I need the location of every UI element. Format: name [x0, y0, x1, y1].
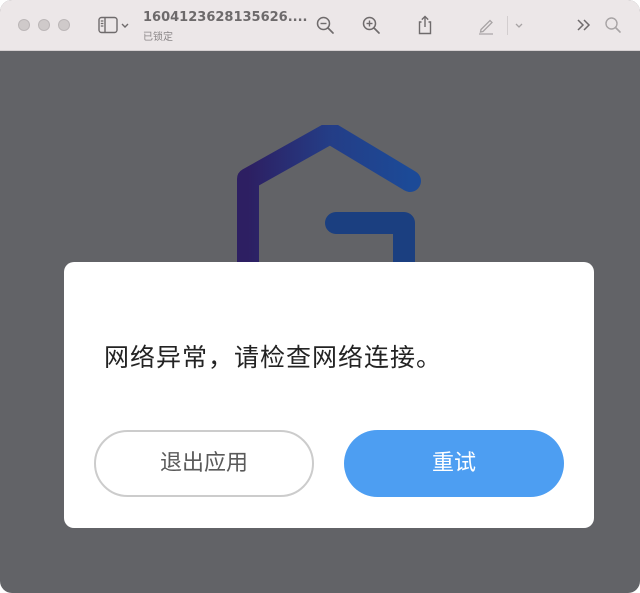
- chevron-down-icon[interactable]: [514, 14, 524, 36]
- document-title[interactable]: 1604123628135626....: [143, 10, 307, 25]
- preview-window: 1604123628135626.... 已锁定 网络异常，请检查网络连接。 退…: [0, 0, 640, 593]
- markup-pen-icon[interactable]: [475, 14, 497, 36]
- locked-status: 已锁定: [143, 32, 173, 43]
- network-error-dialog: 网络异常，请检查网络连接。 退出应用 重试: [64, 262, 594, 528]
- error-message: 网络异常，请检查网络连接。: [104, 343, 443, 372]
- title-bar: 1604123628135626.... 已锁定: [0, 0, 640, 51]
- zoom-in-icon[interactable]: [360, 14, 382, 36]
- more-chevrons-icon[interactable]: [573, 14, 595, 36]
- document-view: 网络异常，请检查网络连接。 退出应用 重试: [0, 51, 640, 593]
- search-icon[interactable]: [602, 14, 624, 36]
- zoom-out-icon[interactable]: [314, 14, 336, 36]
- quit-app-button[interactable]: 退出应用: [94, 430, 314, 497]
- zoom-window-button[interactable]: [58, 19, 70, 31]
- chevron-down-icon[interactable]: [120, 14, 130, 36]
- minimize-window-button[interactable]: [38, 19, 50, 31]
- close-window-button[interactable]: [18, 19, 30, 31]
- share-icon[interactable]: [414, 14, 436, 36]
- toolbar-separator: [507, 16, 508, 35]
- app-logo-icon: [237, 125, 421, 275]
- sidebar-toggle-icon[interactable]: [97, 14, 119, 36]
- retry-button[interactable]: 重试: [344, 430, 564, 497]
